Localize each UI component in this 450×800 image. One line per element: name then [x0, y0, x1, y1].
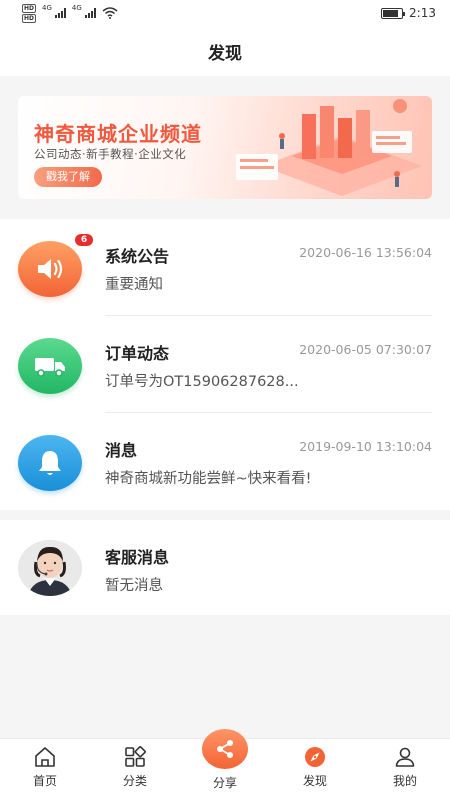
status-bar: HD HD 4G 4G 2:13: [0, 0, 450, 26]
service-preview: 暂无消息: [105, 578, 163, 594]
message-title: 订单动态: [105, 344, 170, 363]
list-item-customer-service[interactable]: 客服消息 暂无消息: [0, 520, 450, 615]
messages-avatar: [18, 435, 82, 491]
banner-illustration: [236, 99, 422, 196]
tab-label: 我的: [392, 774, 417, 788]
bottom-tab-bar: 首页 分类 分享 发现 我的: [0, 729, 450, 800]
tab-label: 分享: [212, 776, 237, 790]
status-right: 2:13: [381, 6, 436, 20]
hd-indicator: HD HD: [22, 3, 37, 23]
list-item-system-notice[interactable]: 6 系统公告 2020-06-16 13:56:04 重要通知: [0, 219, 450, 316]
tab-discover[interactable]: 发现: [270, 739, 360, 800]
service-title: 客服消息: [105, 548, 170, 567]
list-item-messages[interactable]: 消息 2019-09-10 13:10:04 神奇商城新功能尝鲜~快来看看!: [0, 413, 450, 510]
message-preview: 重要通知: [105, 277, 163, 293]
hd-badge: HD: [22, 13, 37, 23]
share-icon: [202, 729, 248, 769]
enterprise-channel-banner[interactable]: 神奇商城企业频道 公司动态·新手教程·企业文化 戳我了解: [18, 96, 432, 199]
bell-icon: [39, 451, 61, 475]
list-item-order-updates[interactable]: 订单动态 2020-06-05 07:30:07 订单号为OT159062876…: [0, 316, 450, 413]
message-title: 消息: [105, 441, 138, 460]
truck-icon: [35, 358, 65, 377]
signal-icon: [54, 8, 66, 18]
hd-badge: HD: [22, 3, 37, 13]
banner-section: 神奇商城企业频道 公司动态·新手教程·企业文化 戳我了解: [0, 76, 450, 219]
message-time: 2019-09-10 13:10:04: [299, 439, 432, 454]
tab-label: 分类: [122, 774, 147, 788]
battery-level: [383, 9, 399, 17]
status-left: HD HD 4G 4G: [22, 3, 118, 23]
agent-avatar-icon: [18, 540, 82, 596]
customer-service-avatar: [18, 540, 82, 596]
category-icon: [123, 745, 147, 769]
tab-share[interactable]: 分享: [180, 729, 270, 800]
status-time: 2:13: [409, 6, 436, 20]
banner-learn-more-button[interactable]: 戳我了解: [34, 167, 102, 187]
order-updates-avatar: [18, 338, 82, 394]
network-type-label: 4G: [42, 3, 52, 12]
tab-label: 发现: [302, 774, 327, 788]
message-title: 系统公告: [105, 247, 170, 266]
tab-label: 首页: [32, 774, 57, 788]
network-type-label: 4G: [71, 3, 82, 12]
battery-icon: [381, 7, 406, 19]
banner-subtitle: 公司动态·新手教程·企业文化: [34, 147, 187, 161]
message-time: 2020-06-05 07:30:07: [299, 342, 432, 357]
signal-icon: [84, 8, 96, 18]
discover-screen: HD HD 4G 4G 2:13 发现 神奇商城企业频道 公司动态·新手教程·企…: [0, 0, 450, 800]
tab-profile[interactable]: 我的: [360, 739, 450, 800]
page-title: 发现: [208, 43, 242, 64]
message-list: 6 系统公告 2020-06-16 13:56:04 重要通知 订单动态 202…: [0, 219, 450, 510]
tab-category[interactable]: 分类: [90, 739, 180, 800]
message-time: 2020-06-16 13:56:04: [299, 245, 432, 260]
message-preview: 订单号为OT15906287628...: [105, 374, 299, 390]
speaker-icon: [38, 259, 63, 279]
header: 发现: [0, 26, 450, 76]
tab-home[interactable]: 首页: [0, 739, 90, 800]
home-icon: [33, 745, 57, 769]
banner-title: 神奇商城企业频道: [34, 122, 202, 146]
system-notice-avatar: [18, 241, 82, 297]
compass-icon: [303, 745, 327, 769]
unread-badge: 6: [74, 233, 94, 247]
wifi-icon: [102, 7, 118, 19]
message-preview: 神奇商城新功能尝鲜~快来看看!: [105, 471, 312, 487]
user-icon: [393, 745, 417, 769]
